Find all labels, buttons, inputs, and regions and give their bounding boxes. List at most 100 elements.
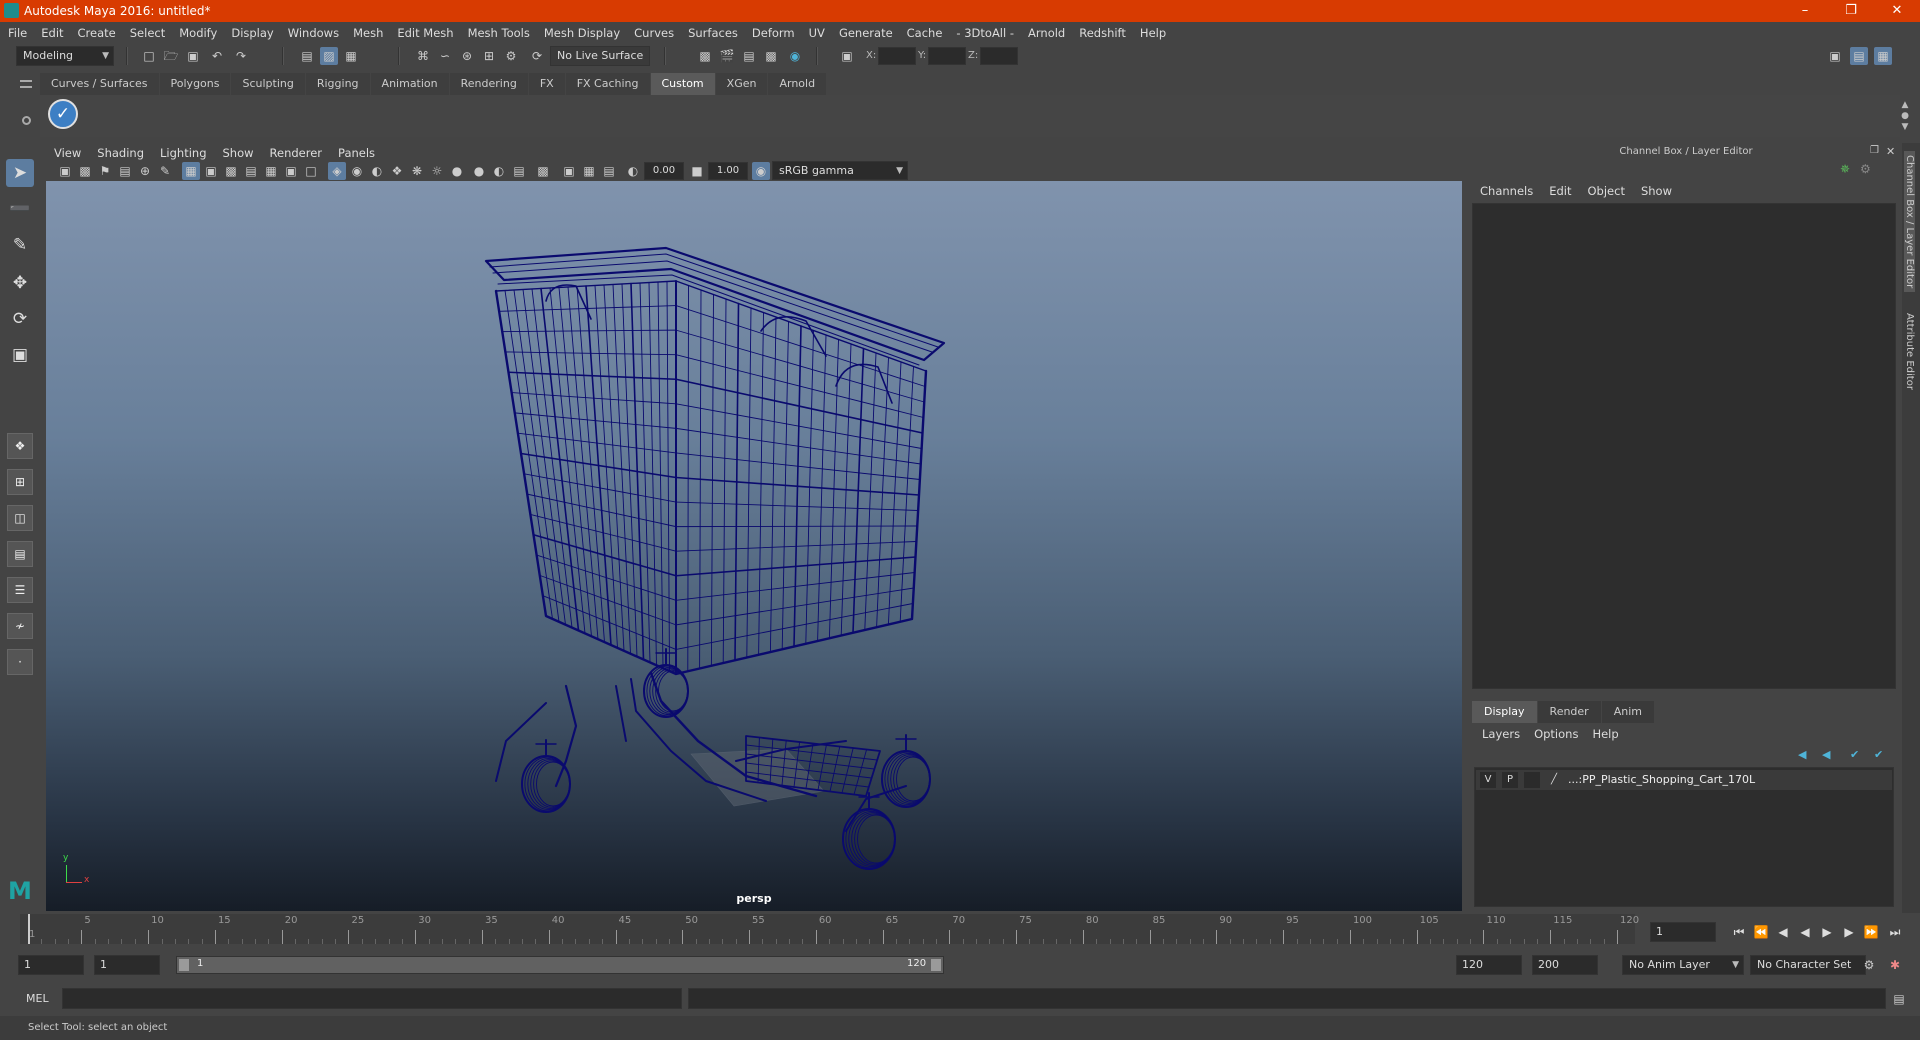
render-settings-icon[interactable]: ▩ — [696, 47, 714, 65]
new-layer-selected-icon[interactable]: ✔ — [1874, 748, 1883, 761]
viewport-menu-renderer[interactable]: Renderer — [270, 146, 323, 160]
start-time-field[interactable]: 1 — [18, 955, 84, 975]
menu-create[interactable]: Create — [78, 26, 116, 40]
field-chart-icon[interactable]: ▦ — [262, 162, 280, 180]
motion-blur-icon[interactable]: ● — [470, 162, 488, 180]
xray-joints-icon[interactable]: ▦ — [580, 162, 598, 180]
input-mode-icon[interactable]: ▣ — [838, 47, 856, 65]
safe-title-icon[interactable]: □ — [302, 162, 320, 180]
command-language-label[interactable]: MEL — [26, 992, 49, 1005]
side-tab-attribute-editor[interactable]: Attribute Editor — [1904, 309, 1915, 394]
layer-visibility-toggle[interactable]: V — [1480, 772, 1496, 788]
range-start-handle[interactable] — [179, 959, 189, 971]
outliner-layout-icon[interactable]: ☰ — [7, 577, 33, 603]
animation-preferences-icon[interactable]: ✱ — [1886, 956, 1904, 974]
menu-mesh-display[interactable]: Mesh Display — [544, 26, 620, 40]
le-menu-layers[interactable]: Layers — [1482, 727, 1520, 741]
menu-3dtoall[interactable]: - 3DtoAll - — [956, 26, 1014, 40]
close-button[interactable]: ✕ — [1874, 0, 1920, 22]
menu-surfaces[interactable]: Surfaces — [688, 26, 738, 40]
layer-tab-anim[interactable]: Anim — [1601, 701, 1654, 723]
gamma-field[interactable]: 1.00 — [708, 162, 748, 180]
menu-mesh[interactable]: Mesh — [353, 26, 383, 40]
toggle-modeling-toolkit-icon[interactable]: ▣ — [1826, 47, 1844, 65]
shelf-tab-rigging[interactable]: Rigging — [305, 73, 370, 95]
depth-of-field-icon[interactable]: ▤ — [510, 162, 528, 180]
shelf-tab-sculpting[interactable]: Sculpting — [231, 73, 305, 95]
viewport-menu-lighting[interactable]: Lighting — [160, 146, 206, 160]
color-space-dropdown[interactable]: sRGB gamma ▼ — [772, 161, 908, 180]
cb-menu-edit[interactable]: Edit — [1549, 184, 1571, 198]
safe-action-icon[interactable]: ▣ — [282, 162, 300, 180]
current-time-indicator[interactable] — [28, 914, 30, 944]
scale-tool-icon[interactable]: ▣ — [6, 341, 34, 369]
shadows-icon[interactable]: ☼ — [428, 162, 446, 180]
shelf-tab-custom[interactable]: Custom — [650, 73, 715, 95]
step-back-frame-button[interactable]: ◀ — [1772, 922, 1794, 942]
save-scene-icon[interactable]: ▣ — [184, 47, 202, 65]
hypershade-icon[interactable]: ◉ — [786, 47, 804, 65]
select-tool-icon[interactable]: ➤ — [6, 159, 34, 187]
snap-grid-icon[interactable]: ⌘ — [414, 47, 432, 65]
shelf-tab-rendering[interactable]: Rendering — [449, 73, 528, 95]
paint-select-tool-icon[interactable]: ✎ — [6, 231, 34, 259]
menu-uv[interactable]: UV — [809, 26, 825, 40]
minimize-button[interactable]: – — [1782, 0, 1828, 22]
le-menu-options[interactable]: Options — [1534, 727, 1578, 741]
two-stacked-layout-icon[interactable]: ▤ — [7, 541, 33, 567]
gamma-icon[interactable]: ■ — [688, 162, 706, 180]
use-all-lights-icon[interactable]: ❋ — [408, 162, 426, 180]
step-back-key-button[interactable]: ⏪ — [1750, 922, 1772, 942]
viewport-menu-shading[interactable]: Shading — [97, 146, 144, 160]
new-scene-icon[interactable]: □ — [140, 47, 158, 65]
live-surface-field[interactable]: No Live Surface — [550, 46, 650, 66]
x-field[interactable] — [878, 47, 916, 65]
render-current-icon[interactable]: 🎬 — [718, 47, 736, 65]
wireframe-icon[interactable]: ◈ — [328, 162, 346, 180]
exposure-field[interactable]: 0.00 — [644, 162, 684, 180]
auto-key-icon[interactable]: ⚙ — [1860, 956, 1878, 974]
shelf-tab-animation[interactable]: Animation — [370, 73, 449, 95]
script-editor-icon[interactable]: ▤ — [1890, 990, 1908, 1008]
shelf-tab-polygons[interactable]: Polygons — [159, 73, 231, 95]
undo-icon[interactable]: ↶ — [208, 47, 226, 65]
menu-windows[interactable]: Windows — [288, 26, 339, 40]
layer-color-swatch[interactable]: ╱ — [1546, 772, 1562, 788]
menu-generate[interactable]: Generate — [839, 26, 893, 40]
layout-options-icon[interactable]: · — [7, 649, 33, 675]
ipr-render-icon[interactable]: ▤ — [740, 47, 758, 65]
layer-display-type[interactable] — [1524, 772, 1540, 788]
range-end-handle[interactable] — [931, 959, 941, 971]
time-slider[interactable]: 5 10 15 20 25 30 35 40 45 50 55 60 65 70 75 80 85 90 95 100… — [20, 914, 1639, 944]
y-field[interactable] — [928, 47, 966, 65]
menu-edit-mesh[interactable]: Edit Mesh — [397, 26, 453, 40]
open-scene-icon[interactable]: 🗁 — [162, 47, 180, 65]
side-tab-channel-box[interactable]: Channel Box / Layer Editor — [1904, 151, 1915, 293]
layer-tab-render[interactable]: Render — [1537, 701, 1601, 723]
shelf-settings-gear-icon[interactable] — [22, 116, 31, 125]
viewport-menu-panels[interactable]: Panels — [338, 146, 375, 160]
menu-select[interactable]: Select — [130, 26, 165, 40]
menu-mesh-tools[interactable]: Mesh Tools — [468, 26, 530, 40]
toggle-attribute-editor-icon[interactable]: ▤ — [1850, 47, 1868, 65]
single-perspective-layout-icon[interactable]: ❖ — [7, 433, 33, 459]
camera-select-icon[interactable]: ▣ — [56, 162, 74, 180]
two-side-layout-icon[interactable]: ◫ — [7, 505, 33, 531]
character-set-dropdown[interactable]: No Character Set — [1750, 955, 1866, 975]
viewport-menu-view[interactable]: View — [54, 146, 81, 160]
bookmark-icon[interactable]: ⚑ — [96, 162, 114, 180]
shelf-tab-fx[interactable]: FX — [528, 73, 565, 95]
render-view-icon[interactable]: ▩ — [762, 47, 780, 65]
viewport-menu-show[interactable]: Show — [223, 146, 254, 160]
maximize-button[interactable]: ❐ — [1828, 0, 1874, 22]
select-by-object-icon[interactable]: ▨ — [320, 47, 338, 65]
range-slider[interactable]: 1 120 — [176, 956, 944, 974]
end-time-field[interactable]: 200 — [1532, 955, 1598, 975]
playback-end-field[interactable]: 120 — [1456, 955, 1522, 975]
cb-menu-channels[interactable]: Channels — [1480, 184, 1533, 198]
cb-settings-icon[interactable]: ⚙ — [1860, 162, 1871, 176]
play-forwards-button[interactable]: ▶ — [1816, 922, 1838, 942]
xray-components-icon[interactable]: ▤ — [600, 162, 618, 180]
shelf-tab-xgen[interactable]: XGen — [715, 73, 768, 95]
mode-dropdown[interactable]: Modeling ▼ — [16, 46, 114, 66]
